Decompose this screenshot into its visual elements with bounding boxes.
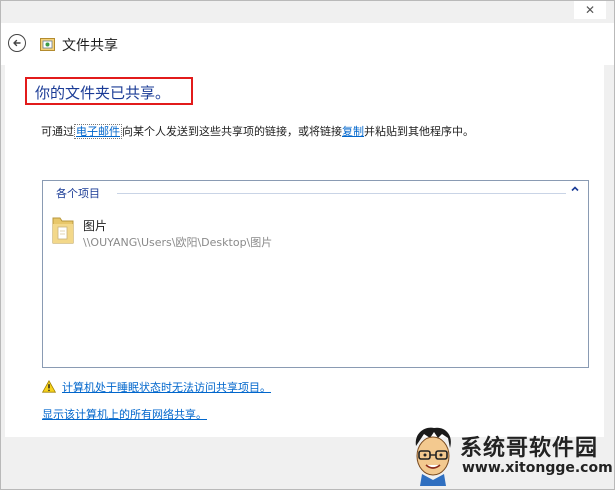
title-bar: 文件共享: [1, 23, 614, 65]
folder-icon: [52, 217, 74, 244]
file-sharing-window: ✕ 文件共享 你的文件夹已共享。 可通过 电子邮件 向某个人发送到这些共享项的链接，…: [0, 0, 615, 490]
mascot-logo: [415, 427, 451, 486]
headline-highlight-box: 你的文件夹已共享。: [25, 77, 193, 105]
email-link[interactable]: 电子邮件: [74, 124, 122, 139]
site-watermark: 系统哥软件园 www.xitongge.com: [408, 424, 613, 488]
description-text-2: 向某个人发送到这些共享项的链接，或将链接: [122, 125, 342, 138]
header-divider: [117, 193, 566, 194]
sleep-warning-link[interactable]: 计算机处于睡眠状态时无法访问共享项目。: [62, 379, 271, 395]
main-content: 你的文件夹已共享。 可通过 电子邮件 向某个人发送到这些共享项的链接，或将链接复制并…: [5, 65, 604, 437]
items-group-header[interactable]: 各个项目: [56, 185, 104, 201]
copy-link[interactable]: 复制: [342, 125, 364, 138]
shared-items-panel: 各个项目 图片 \\OUYANG\Users\欧阳\Desktop\图片: [42, 180, 589, 368]
close-icon: ✕: [584, 3, 596, 17]
description-text-1: 可通过: [41, 125, 74, 138]
chevron-up-icon[interactable]: [570, 184, 580, 194]
file-sharing-icon: [40, 38, 55, 51]
item-path: \\OUYANG\Users\欧阳\Desktop\图片: [83, 236, 273, 249]
description-text-3: 并粘贴到其他程序中。: [364, 125, 474, 138]
item-name: 图片: [83, 219, 108, 233]
watermark-url: www.xitongge.com: [462, 460, 613, 476]
close-button[interactable]: ✕: [574, 1, 606, 19]
back-arrow-icon: [13, 39, 21, 47]
warning-icon: [42, 380, 56, 393]
window-title: 文件共享: [62, 38, 118, 54]
watermark-name: 系统哥软件园: [460, 436, 599, 461]
share-description: 可通过 电子邮件 向某个人发送到这些共享项的链接，或将链接复制并粘贴到其他程序中。: [41, 123, 474, 139]
show-all-shares-link[interactable]: 显示该计算机上的所有网络共享。: [42, 406, 207, 422]
back-button[interactable]: [8, 34, 26, 52]
page-headline: 你的文件夹已共享。: [35, 84, 171, 102]
